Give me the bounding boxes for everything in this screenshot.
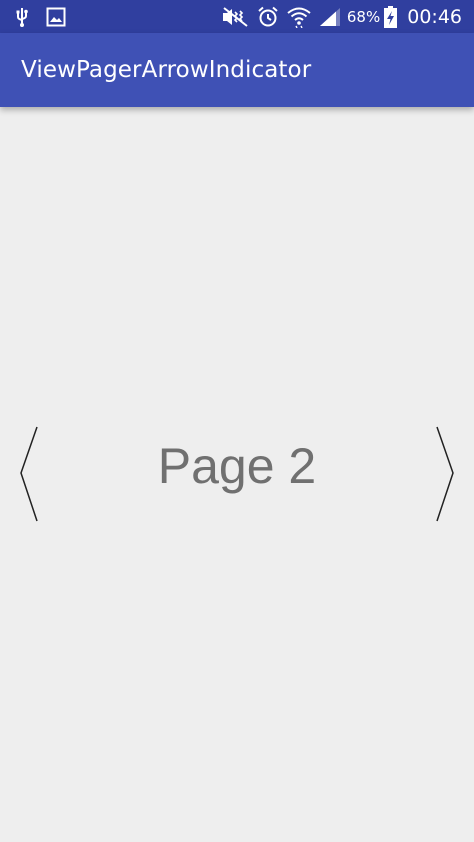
battery-percent: 68%	[346, 7, 381, 26]
app-title: ViewPagerArrowIndicator	[21, 57, 312, 83]
battery-charging-icon	[384, 5, 398, 28]
status-bar: 68% 00:46	[0, 0, 474, 33]
status-bar-right: 68% 00:46	[213, 5, 462, 28]
view-pager[interactable]: Page 2	[0, 107, 474, 842]
usb-icon	[16, 7, 28, 27]
status-bar-left	[14, 7, 82, 27]
wifi-icon	[287, 7, 311, 28]
alarm-icon	[258, 6, 278, 26]
clock-time: 00:46	[407, 5, 462, 28]
image-notification-icon	[46, 7, 66, 26]
arrow-right-icon[interactable]	[433, 425, 457, 523]
app-bar: ViewPagerArrowIndicator	[0, 33, 474, 107]
signal-icon	[319, 7, 340, 26]
mute-vibrate-icon	[222, 6, 248, 27]
page-label: Page 2	[157, 438, 317, 494]
